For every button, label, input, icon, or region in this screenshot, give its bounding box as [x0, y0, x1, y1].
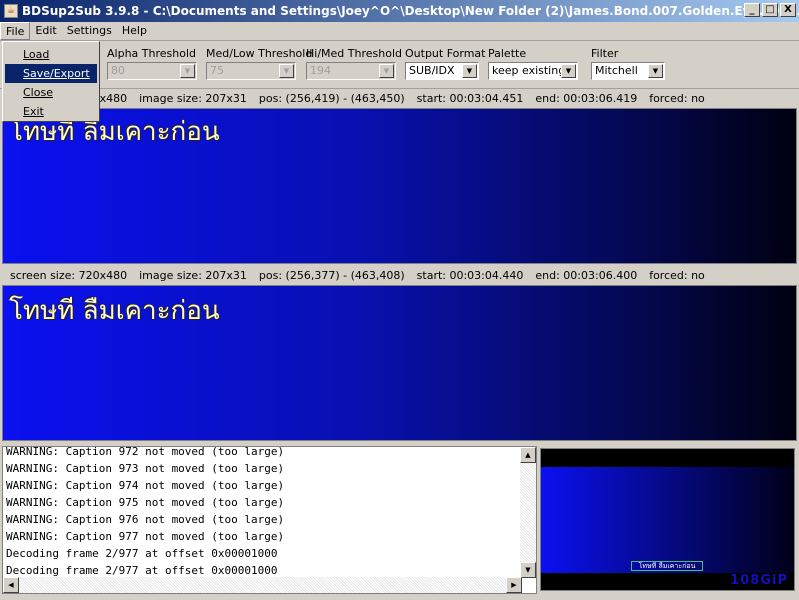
log-lines: WARNING: Caption 972 not moved (too larg… [3, 446, 536, 579]
hi-med-threshold-label: Hi/Med Threshold [306, 47, 402, 60]
source-pos: pos: (256,419) - (463,450) [258, 92, 405, 105]
menu-item-save-export[interactable]: Save/Export [5, 64, 97, 83]
log-line: WARNING: Caption 974 not moved (too larg… [6, 479, 285, 492]
log-line: WARNING: Caption 977 not moved (too larg… [6, 530, 285, 543]
chevron-down-icon[interactable]: ▼ [379, 64, 394, 78]
close-button[interactable]: X [780, 3, 796, 17]
thumbnail-caption-box: โทษที ลืมเคาะก่อน [631, 561, 703, 571]
chevron-down-icon[interactable]: ▼ [279, 64, 294, 78]
scroll-right-icon[interactable]: ▶ [506, 577, 522, 593]
source-image-size: image size: 207x31 [139, 92, 247, 105]
palette-value: keep existing [492, 64, 566, 77]
filter-value: Mitchell [595, 64, 638, 77]
menu-help[interactable]: Help [117, 22, 152, 40]
chevron-down-icon[interactable]: ▼ [462, 64, 477, 78]
alpha-threshold-group: Alpha Threshold 80 ▼ [107, 47, 197, 80]
java-app-icon: ☕ [4, 4, 18, 18]
minimize-button[interactable]: _ [744, 3, 760, 17]
source-forced: forced: no [649, 92, 705, 105]
log-vertical-scrollbar[interactable]: ▲ ▼ [520, 447, 536, 578]
menu-item-load[interactable]: Load [3, 45, 99, 64]
scroll-down-icon[interactable]: ▼ [520, 562, 536, 578]
output-format-label: Output Format [405, 47, 486, 60]
output-format-group: Output Format SUB/IDX ▼ [405, 47, 485, 80]
filter-group: Filter Mitchell ▼ [591, 47, 665, 80]
target-image-size: image size: 207x31 [139, 269, 247, 282]
chevron-down-icon[interactable]: ▼ [180, 64, 195, 78]
menu-settings[interactable]: Settings [62, 22, 117, 40]
output-format-value: SUB/IDX [409, 64, 455, 77]
scroll-up-icon[interactable]: ▲ [520, 447, 536, 463]
menu-edit[interactable]: Edit [30, 22, 61, 40]
palette-select[interactable]: keep existing ▼ [488, 62, 578, 80]
target-info-bar: screen size: 720x480 image size: 207x31 po… [0, 266, 799, 286]
hi-med-threshold-group: Hi/Med Threshold 194 ▼ [306, 47, 402, 80]
source-start: start: 00:03:04.451 [416, 92, 524, 105]
palette-group: Palette keep existing ▼ [488, 47, 578, 80]
target-end: end: 00:03:06.400 [535, 269, 638, 282]
menu-item-close[interactable]: Close [3, 83, 99, 102]
source-end: end: 00:03:06.419 [535, 92, 638, 105]
hi-med-threshold-select[interactable]: 194 ▼ [306, 62, 396, 80]
chevron-down-icon[interactable]: ▼ [648, 64, 663, 78]
log-line: WARNING: Caption 972 not moved (too larg… [6, 446, 285, 458]
log-horizontal-scrollbar[interactable]: ◀ ▶ [3, 577, 522, 593]
alpha-threshold-select[interactable]: 80 ▼ [107, 62, 197, 80]
alpha-threshold-value: 80 [111, 64, 125, 77]
scroll-left-icon[interactable]: ◀ [3, 577, 19, 593]
target-start: start: 00:03:04.440 [416, 269, 524, 282]
log-line: WARNING: Caption 973 not moved (too larg… [6, 462, 285, 475]
log-line: WARNING: Caption 975 not moved (too larg… [6, 496, 285, 509]
alpha-threshold-label: Alpha Threshold [107, 47, 196, 60]
log-line: Decoding frame 2/977 at offset 0x0000100… [6, 547, 278, 560]
hi-med-threshold-value: 194 [310, 64, 331, 77]
source-info-bar: screen size: 720x480image size: 207x31po… [0, 88, 799, 108]
log-line: WARNING: Caption 976 not moved (too larg… [6, 513, 285, 526]
med-low-threshold-select[interactable]: 75 ▼ [206, 62, 296, 80]
source-preview-panel: โทษที ลืมเคาะก่อน [2, 108, 797, 264]
window-title: BDSup2Sub 3.9.8 - C:\Documents and Setti… [22, 4, 799, 18]
med-low-threshold-group: Med/Low Threshold 75 ▼ [206, 47, 312, 80]
title-bar: ☕ BDSup2Sub 3.9.8 - C:\Documents and Set… [0, 0, 799, 22]
med-low-threshold-value: 75 [210, 64, 224, 77]
log-console[interactable]: WARNING: Caption 972 not moved (too larg… [2, 446, 537, 594]
med-low-threshold-label: Med/Low Threshold [206, 47, 313, 60]
thumbnail-frame: โทษที ลืมเคาะก่อน [541, 467, 794, 573]
target-forced: forced: no [649, 269, 705, 282]
target-caption: โทษที ลืมเคาะก่อน [9, 296, 220, 326]
file-menu-dropdown: Load Save/Export Close Exit [2, 41, 100, 122]
menu-bar: File Edit Settings Help [0, 22, 799, 41]
menu-file[interactable]: File [0, 22, 31, 40]
target-preview-panel: โทษที ลืมเคาะก่อน [2, 285, 797, 441]
watermark-logo: 108GiP [730, 573, 788, 588]
maximize-button[interactable]: □ [762, 3, 778, 17]
filter-label: Filter [591, 47, 619, 60]
output-format-select[interactable]: SUB/IDX ▼ [405, 62, 479, 80]
chevron-down-icon[interactable]: ▼ [561, 64, 576, 78]
layout-preview-thumbnail[interactable]: โทษที ลืมเคาะก่อน 108GiP [540, 448, 795, 591]
filter-select[interactable]: Mitchell ▼ [591, 62, 665, 80]
target-pos: pos: (256,377) - (463,408) [258, 269, 405, 282]
menu-item-exit[interactable]: Exit [3, 102, 99, 121]
target-screen-size: screen size: 720x480 [10, 269, 128, 282]
palette-label: Palette [488, 47, 527, 60]
